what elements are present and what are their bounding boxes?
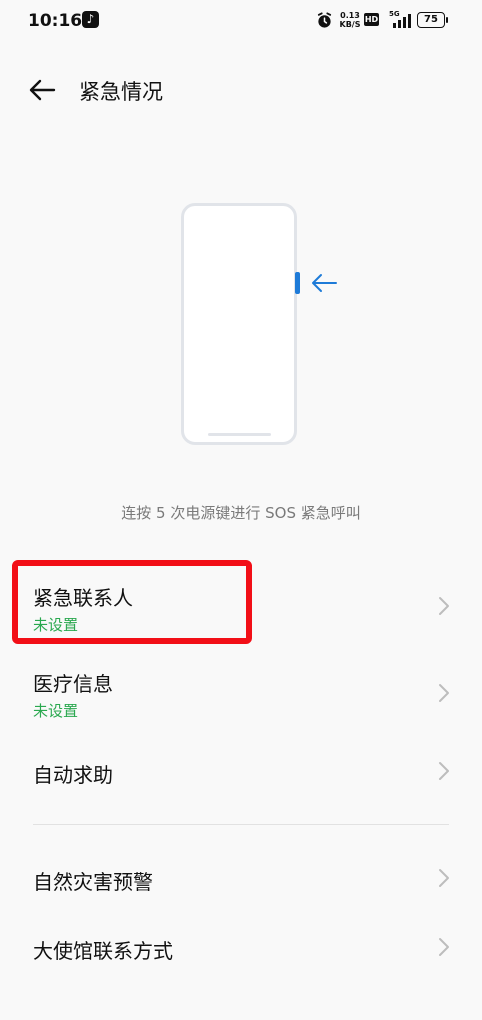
chevron-right-icon: [439, 597, 449, 615]
phone-home-bar: [208, 433, 271, 436]
page-title: 紧急情况: [79, 80, 163, 104]
sos-instruction: 连按 5 次电源键进行 SOS 紧急呼叫: [121, 504, 361, 522]
medical-info-status: 未设置: [33, 702, 79, 720]
press-arrow-icon: [312, 274, 337, 292]
disaster-warning-title: 自然灾害预警: [33, 870, 153, 894]
cellular-signal-icon: [393, 14, 411, 28]
medical-info-title: 医疗信息: [33, 672, 113, 696]
list-item-embassy-contact[interactable]: 大使馆联系方式: [0, 914, 482, 980]
battery-level: 75: [417, 12, 445, 28]
chevron-right-icon: [439, 938, 449, 956]
power-button-highlight: [295, 272, 300, 294]
list-item-disaster-warning[interactable]: 自然灾害预警: [0, 846, 482, 912]
tiktok-notification-icon: ♪: [82, 11, 99, 28]
network-speed: 0.13 KB/S: [339, 11, 361, 29]
status-bar: 10:16 ♪ 0.13 KB/S HD 5G 75: [0, 0, 482, 44]
network-speed-value: 0.13: [340, 11, 360, 20]
list-item-auto-help[interactable]: 自动求助: [0, 740, 482, 804]
status-time: 10:16: [28, 11, 83, 31]
section-divider: [33, 824, 449, 825]
chevron-right-icon: [439, 762, 449, 780]
chevron-right-icon: [439, 684, 449, 702]
hd-badge: HD: [364, 13, 379, 26]
chevron-right-icon: [439, 869, 449, 887]
alarm-clock-icon: [317, 12, 332, 28]
auto-help-title: 自动求助: [33, 763, 113, 787]
sos-illustration: [0, 190, 482, 460]
highlight-box: [12, 560, 252, 644]
network-speed-unit: KB/S: [339, 20, 361, 29]
battery-tip: [446, 17, 448, 23]
embassy-contact-title: 大使馆联系方式: [33, 939, 173, 963]
list-item-medical-info[interactable]: 医疗信息 未设置: [0, 652, 482, 737]
battery-icon: 75: [417, 12, 448, 28]
back-arrow-icon[interactable]: [26, 74, 58, 106]
phone-illustration: [181, 203, 297, 445]
